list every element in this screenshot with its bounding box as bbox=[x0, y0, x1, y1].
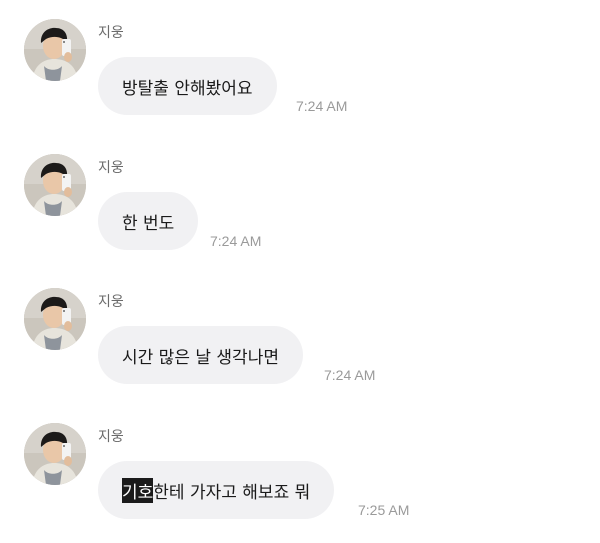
profile-photo bbox=[24, 288, 86, 350]
timestamp: 7:24 AM bbox=[296, 98, 348, 114]
timestamp: 7:25 AM bbox=[358, 502, 410, 518]
timestamp: 7:24 AM bbox=[210, 233, 262, 249]
message-row: 지웅 시간 많은 날 생각나면 7:24 AM bbox=[0, 269, 600, 384]
message-bubble[interactable]: 시간 많은 날 생각나면 bbox=[98, 326, 303, 384]
message-row: 지웅 한 번도 7:24 AM bbox=[0, 135, 600, 250]
timestamp: 7:24 AM bbox=[324, 367, 376, 383]
highlighted-text: 기호 bbox=[122, 477, 154, 503]
avatar[interactable] bbox=[24, 154, 86, 216]
sender-name: 지웅 bbox=[98, 294, 124, 310]
sender-name: 지웅 bbox=[98, 429, 124, 445]
sender-name: 지웅 bbox=[98, 160, 124, 176]
message-row: 지웅 방탈출 안해봤어요 7:24 AM bbox=[0, 0, 600, 115]
message-text: 한테 가자고 해보죠 뭐 bbox=[153, 482, 311, 503]
profile-photo bbox=[24, 423, 86, 485]
message-bubble[interactable]: 한 번도 bbox=[98, 192, 199, 250]
sender-name: 지웅 bbox=[98, 25, 124, 41]
message-bubble[interactable]: 기호 한테 가자고 해보죠 뭐 bbox=[98, 461, 335, 519]
profile-photo bbox=[24, 19, 86, 81]
avatar[interactable] bbox=[24, 19, 86, 81]
chat-thread: 지웅 방탈출 안해봤어요 7:24 AM 지웅 한 번도 7:24 AM 지웅 … bbox=[0, 0, 600, 543]
message-row: 지웅 기호 한테 가자고 해보죠 뭐 7:25 AM bbox=[0, 404, 600, 519]
avatar[interactable] bbox=[24, 288, 86, 350]
profile-photo bbox=[24, 154, 86, 216]
message-bubble[interactable]: 방탈출 안해봤어요 bbox=[98, 57, 277, 115]
avatar[interactable] bbox=[24, 423, 86, 485]
